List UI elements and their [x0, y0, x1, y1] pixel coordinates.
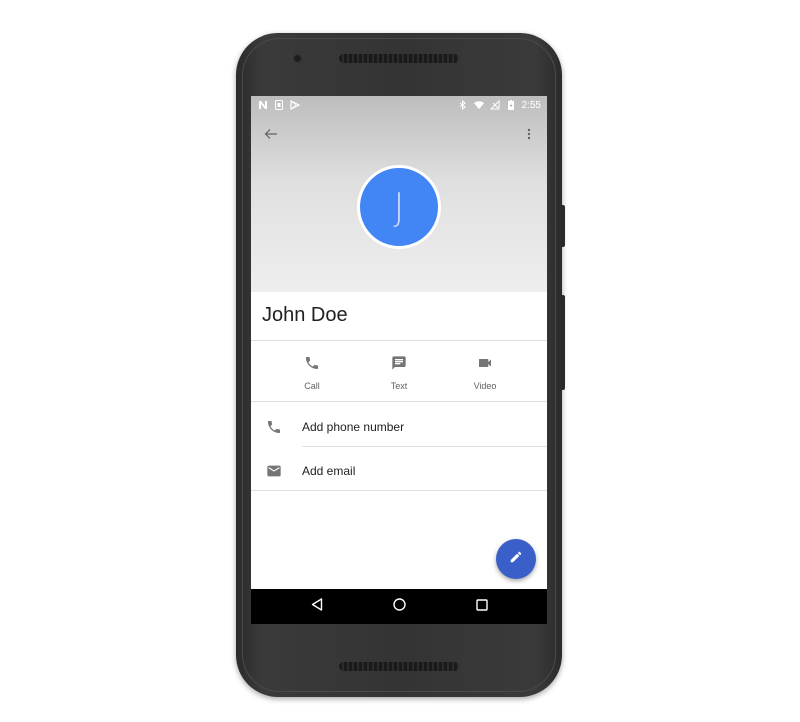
divider [251, 401, 547, 402]
text-label: Text [390, 381, 408, 391]
phone-icon [304, 355, 320, 376]
call-action[interactable]: Call [282, 355, 342, 391]
no-signal-icon [489, 100, 500, 110]
status-bar: 2:55 [251, 96, 547, 114]
more-vert-icon [527, 127, 531, 145]
battery-icon [506, 100, 516, 110]
quick-actions: Call Text Video [251, 341, 547, 401]
play-store-icon [290, 100, 300, 110]
more-options-button[interactable] [519, 126, 539, 146]
add-phone-label: Add phone number [302, 420, 405, 434]
divider [251, 490, 547, 491]
power-button [561, 205, 565, 247]
contact-header: 2:55 J [251, 96, 547, 292]
home-circle-icon [392, 598, 406, 616]
nav-home-button[interactable] [390, 598, 408, 616]
video-action[interactable]: Video [455, 355, 515, 391]
edit-contact-button[interactable] [496, 539, 536, 579]
video-label: Video [473, 381, 497, 391]
call-label: Call [304, 381, 320, 391]
nav-back-button[interactable] [308, 598, 326, 616]
avatar-initial: J [393, 185, 405, 229]
arrow-left-icon [264, 127, 278, 145]
email-icon [265, 462, 283, 480]
add-email-row[interactable]: Add email [251, 449, 547, 493]
message-icon [391, 355, 407, 376]
navigation-bar [251, 589, 547, 624]
text-action[interactable]: Text [369, 355, 429, 391]
back-button[interactable] [261, 126, 281, 146]
n-icon [258, 100, 268, 110]
stage: 2:55 J John Doe Call Text Video Add phon… [0, 0, 800, 722]
edit-pencil-icon [509, 550, 523, 569]
bottom-speaker [339, 662, 459, 671]
videocam-icon [477, 355, 493, 376]
status-time: 2:55 [521, 99, 541, 111]
contact-avatar: J [357, 165, 441, 249]
volume-button [561, 295, 565, 390]
status-bar-right: 2:55 [458, 100, 541, 111]
back-triangle-icon [311, 598, 323, 616]
divider [302, 446, 547, 447]
nav-recents-button[interactable] [473, 598, 491, 616]
recents-square-icon [476, 598, 488, 616]
bluetooth-icon [458, 100, 468, 110]
top-speaker [339, 54, 459, 63]
add-email-label: Add email [302, 464, 356, 478]
sim-icon [274, 100, 284, 110]
front-camera [293, 54, 302, 63]
status-bar-left [258, 100, 300, 110]
phone-icon [265, 418, 283, 436]
contact-name: John Doe [262, 304, 348, 326]
screen: 2:55 J John Doe Call Text Video Add phon… [251, 96, 547, 624]
add-phone-row[interactable]: Add phone number [251, 405, 547, 449]
wifi-icon [473, 100, 484, 110]
